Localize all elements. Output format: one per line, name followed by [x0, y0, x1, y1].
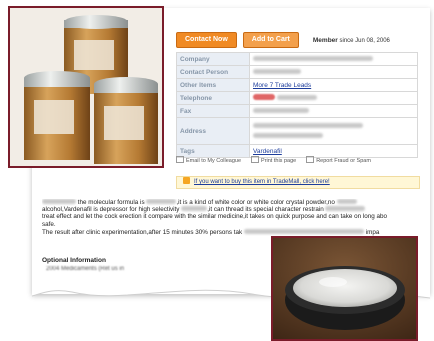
other-items-label: Other Items [176, 78, 250, 92]
row-other-items: Other Items More 7 Trade Leads [176, 78, 418, 92]
report-fraud-link[interactable]: Report Fraud or Spam [306, 156, 371, 164]
product-photo-powder [271, 236, 418, 341]
fax-label: Fax [176, 104, 250, 118]
product-photo-drums [8, 6, 164, 168]
fax-value [249, 104, 418, 118]
row-address: Address [176, 117, 418, 145]
desc-line-5: The result after clinic experimentation,… [42, 228, 380, 236]
add-to-cart-button[interactable]: Add to Cart [242, 32, 299, 48]
desc-line-3: treat effect and let the cock erection i… [42, 213, 388, 221]
row-fax: Fax [176, 104, 418, 118]
contact-person-value [249, 65, 418, 79]
desc-line-2: alcohol,Vardenafil is depressor for high… [42, 206, 430, 213]
address-label: Address [176, 117, 250, 145]
utility-links: Email to My Colleague Print this page Re… [176, 156, 371, 164]
action-bar: Contact Now Add to Cart Member since Jun… [176, 32, 390, 48]
printer-icon [251, 156, 260, 163]
company-value [249, 52, 418, 66]
contact-now-button[interactable]: Contact Now [176, 32, 237, 48]
desc-line-4: safe. [42, 220, 56, 228]
envelope-icon [176, 156, 184, 163]
company-label: Company [176, 52, 250, 66]
trademall-banner: If you want to buy this item in TradeMal… [176, 176, 420, 189]
optional-info-title: Optional Information [42, 257, 106, 264]
tag-link[interactable]: Vardenafil [253, 148, 282, 155]
telephone-value [249, 91, 418, 105]
member-since: Member since Jun 08, 2006 [312, 36, 390, 44]
row-company: Company [176, 52, 418, 66]
telephone-label: Telephone [176, 91, 250, 105]
flag-icon [306, 156, 315, 163]
trademall-link[interactable]: If you want to buy this item in TradeMal… [194, 179, 330, 185]
company-info-table: Company Contact Person Other Items More … [176, 52, 418, 158]
cart-icon [183, 177, 190, 184]
print-page-link[interactable]: Print this page [251, 156, 296, 164]
row-contact-person: Contact Person [176, 65, 418, 79]
desc-line-1: the molecular formula is ,it is a kind o… [42, 199, 430, 206]
address-value [249, 117, 418, 145]
optional-info-text: 2004 Medicaments (Ret us in [46, 266, 125, 272]
contact-person-label: Contact Person [176, 65, 250, 79]
email-colleague-link[interactable]: Email to My Colleague [176, 156, 241, 164]
other-items-link[interactable]: More 7 Trade Leads [253, 82, 311, 89]
product-description: the molecular formula is ,it is a kind o… [42, 199, 430, 236]
row-telephone: Telephone [176, 91, 418, 105]
